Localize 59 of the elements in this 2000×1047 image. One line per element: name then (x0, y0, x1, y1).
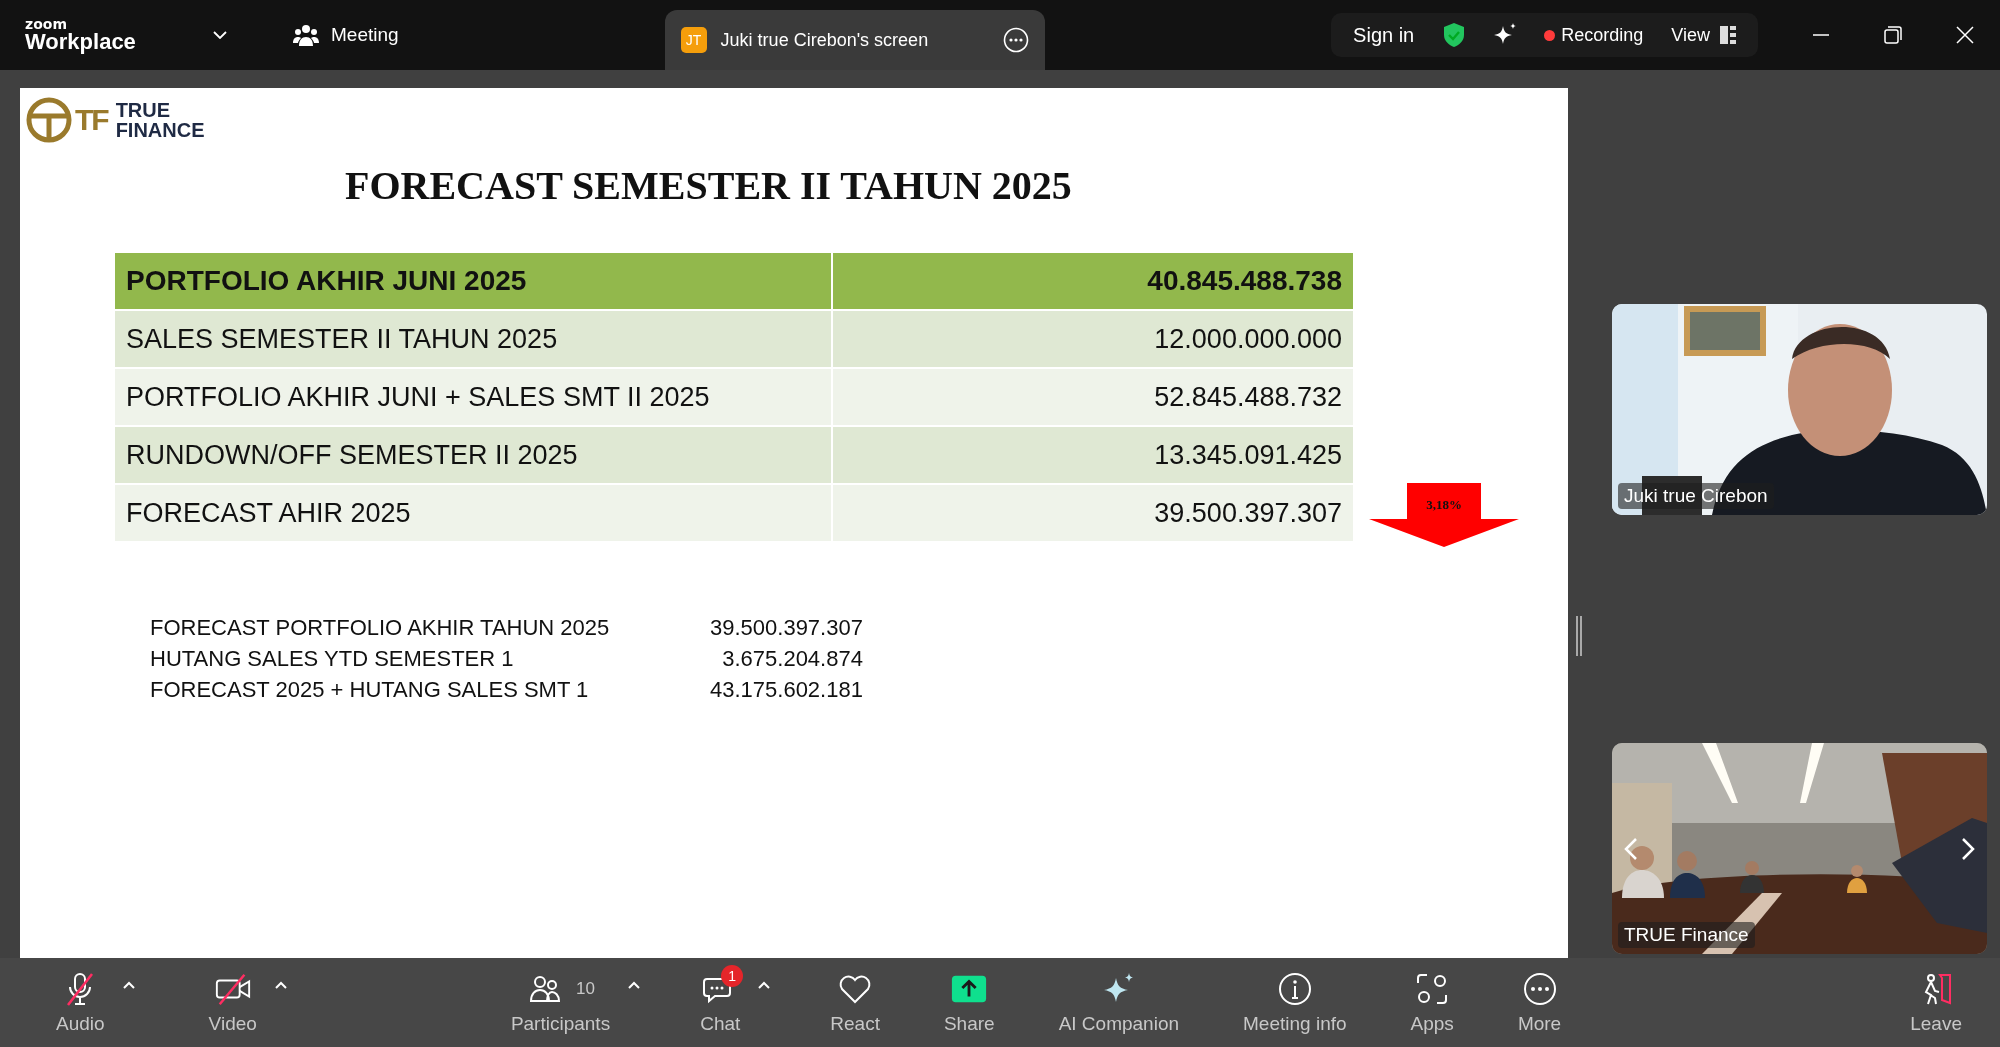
participant-count: 10 (576, 978, 595, 999)
slide-title: FORECAST SEMESTER II TAHUN 2025 (345, 162, 1072, 209)
brand-small: zoom (25, 17, 67, 31)
brand-name: Workplace (25, 31, 136, 53)
recording-indicator[interactable]: Recording (1544, 24, 1644, 46)
more-icon[interactable] (1002, 27, 1029, 53)
percentage-label: 3,18% (1425, 497, 1463, 513)
layout-icon (1720, 26, 1736, 44)
leave-button[interactable]: Leave (1906, 968, 1966, 1037)
participant-name: Juki true Cirebon (1618, 483, 1774, 509)
toolbar-button[interactable]: Video (204, 968, 261, 1037)
people-icon (293, 24, 319, 46)
table-cell: PORTFOLIO AKHIR JUNI 2025 (115, 253, 831, 309)
summary-value: 39.500.397.307 (710, 615, 863, 641)
toolbar-button[interactable]: 10 Participants (506, 968, 615, 1037)
caret-icon[interactable] (758, 980, 771, 989)
table-cell: SALES SEMESTER II TAHUN 2025 (115, 311, 831, 367)
close-icon[interactable] (1956, 26, 1974, 44)
caret-icon[interactable] (274, 980, 287, 989)
table-cell: 12.000.000.000 (833, 311, 1353, 367)
caret-icon[interactable] (628, 980, 641, 989)
table-cell: 13.345.091.425 (833, 427, 1353, 483)
table-cell: 39.500.397.307 (833, 485, 1353, 541)
toolbar-button[interactable]: More (1513, 968, 1566, 1037)
logo-monogram: TF (75, 103, 108, 137)
toolbar-button[interactable]: AI Companion (1054, 968, 1184, 1037)
screen-share-tab[interactable]: JT Juki true Cirebon's screen (664, 10, 1045, 70)
logo-text: TRUE (115, 100, 172, 120)
summary-label: HUTANG SALES YTD SEMESTER 1 (150, 646, 515, 672)
meeting-button[interactable]: Meeting (289, 20, 403, 50)
logo-text: FINANCE (115, 120, 205, 140)
avatar-initials: JT (680, 27, 707, 53)
sign-in-button[interactable]: Sign in (1351, 21, 1417, 49)
previous-icon[interactable] (1624, 837, 1638, 861)
summary-label: FORECAST PORTFOLIO AKHIR TAHUN 2025 (150, 615, 611, 641)
notification-badge: 1 (721, 964, 744, 987)
table-cell: FORECAST AHIR 2025 (115, 485, 831, 541)
summary-value: 43.175.602.181 (710, 677, 863, 703)
chevron-down-icon[interactable] (213, 31, 227, 39)
participant-name: TRUE Finance (1618, 922, 1755, 948)
resize-handle[interactable] (1576, 616, 1582, 656)
table-cell: 52.845.488.732 (833, 369, 1353, 425)
next-icon[interactable] (1961, 837, 1975, 861)
summary-label: FORECAST 2025 + HUTANG SALES SMT 1 (150, 677, 590, 703)
toolbar-button[interactable]: Share (939, 968, 999, 1037)
shield-check-icon[interactable] (1442, 22, 1467, 48)
toolbar-button[interactable]: React (826, 968, 884, 1037)
toolbar-button[interactable]: Apps (1406, 968, 1458, 1037)
tab-title: Juki true Cirebon's screen (720, 29, 930, 51)
view-button[interactable]: View (1669, 22, 1738, 48)
toolbar-button[interactable]: Audio (52, 968, 109, 1037)
summary-value: 3.675.204.874 (722, 646, 863, 672)
table-cell: 40.845.488.738 (833, 253, 1353, 309)
steering-wheel-icon (25, 96, 73, 144)
toolbar-button[interactable]: Meeting info (1239, 968, 1351, 1037)
caret-icon[interactable] (122, 980, 135, 989)
table-cell: PORTFOLIO AKHIR JUNI + SALES SMT II 2025 (115, 369, 831, 425)
table-cell: RUNDOWN/OFF SEMESTER II 2025 (115, 427, 831, 483)
restore-icon[interactable] (1884, 26, 1902, 44)
